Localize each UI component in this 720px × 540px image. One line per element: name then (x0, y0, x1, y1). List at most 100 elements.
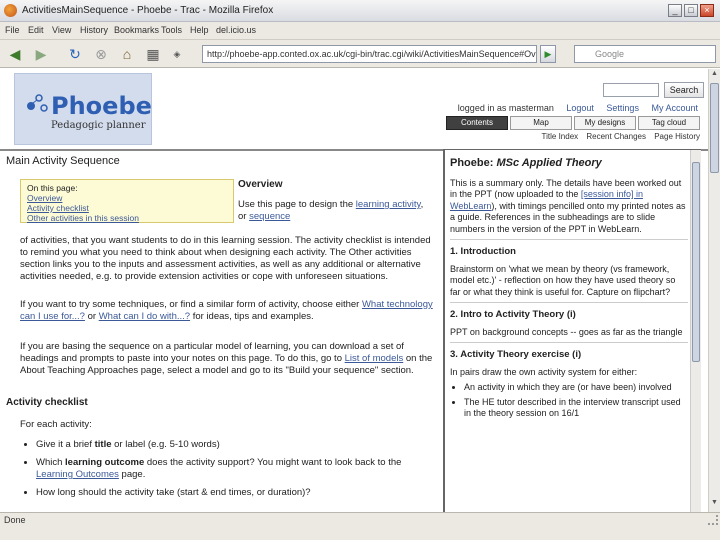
recent-changes-link[interactable]: Recent Changes (586, 132, 646, 141)
menu-help[interactable]: Help (190, 25, 209, 35)
learning-activity-link[interactable]: learning activity (356, 199, 421, 210)
notes-panel[interactable]: Phoebe: MSc Applied Theory This is a sum… (443, 149, 701, 512)
page-scrollbar-thumb[interactable] (710, 83, 719, 173)
resize-grip-icon[interactable] (708, 515, 718, 525)
menu-delicious[interactable]: del.icio.us (216, 25, 256, 35)
forward-arrow-icon: ▶ (35, 45, 47, 62)
what-can-i-do-link[interactable]: What can I do with...? (99, 311, 190, 322)
logout-link[interactable]: Logout (566, 103, 594, 113)
tab-tag-cloud[interactable]: Tag cloud (638, 116, 700, 130)
maximize-button[interactable]: □ (684, 4, 698, 17)
firefox-icon (4, 4, 17, 17)
overview-paragraph-rest: of activities, that you want students to… (20, 235, 434, 295)
notes-paragraph: PPT on background concepts -- goes as fa… (450, 326, 683, 337)
settings-link[interactable]: Settings (606, 103, 639, 113)
page-title: Main Activity Sequence (6, 155, 120, 167)
window-title: ActivitiesMainSequence - Phoebe - Trac -… (22, 5, 274, 16)
list-of-models-link[interactable]: List of models (345, 353, 404, 364)
notes-divider (450, 239, 688, 240)
status-text: Done (4, 515, 26, 525)
back-arrow-icon: ◀ (9, 45, 21, 62)
checklist-intro: For each activity: (20, 419, 92, 430)
toc-heading: On this page: (27, 183, 78, 193)
logged-in-text: logged in as masterman (457, 103, 554, 113)
main-content: Main Activity Sequence On this page: Ove… (6, 155, 438, 512)
logo-title: Phoebe (51, 92, 152, 120)
overview-text: or (84, 311, 99, 322)
menu-bookmarks[interactable]: Bookmarks (114, 25, 159, 35)
notes-paragraph: In pairs draw the own activity system fo… (450, 366, 638, 377)
tab-my-designs[interactable]: My designs (574, 116, 636, 130)
checklist-item: How long should the activity take (start… (36, 487, 436, 499)
menu-edit[interactable]: Edit (28, 25, 44, 35)
stop-icon: ⊗ (95, 45, 107, 62)
learning-outcomes-link[interactable]: Learning Outcomes (36, 469, 119, 480)
overview-text: Use this page to design the (238, 199, 356, 210)
menu-tools[interactable]: Tools (161, 25, 182, 35)
toc-link-other[interactable]: Other activities in this session (27, 213, 139, 223)
menu-file[interactable]: File (5, 25, 20, 35)
page-scrollbar[interactable]: ▲ ▼ (708, 69, 720, 512)
notes-heading: 3. Activity Theory exercise (i) (450, 349, 582, 360)
notes-list-item: The HE tutor described in the interview … (464, 397, 688, 420)
delicious-button[interactable]: ▦ (142, 44, 164, 64)
address-bar[interactable]: http://phoebe-app.conted.ox.ac.uk/cgi-bi… (202, 45, 537, 63)
reload-button[interactable]: ↻ (64, 44, 86, 64)
browser-search-input[interactable]: Google (574, 45, 716, 63)
forward-button[interactable]: ▶ (30, 44, 52, 64)
notes-scrollbar[interactable] (690, 150, 701, 512)
scroll-up-icon[interactable]: ▲ (710, 70, 719, 81)
tag-button[interactable]: ◈ (166, 44, 188, 64)
page-viewport: Phoebe Pedagogic planner Search logged i… (0, 69, 708, 512)
overview-paragraph-2: If you want to try some techniques, or f… (20, 299, 434, 335)
notes-list: An activity in which they are (or have b… (464, 382, 688, 420)
minimize-button[interactable]: _ (668, 4, 682, 17)
status-bar: Done (0, 512, 720, 540)
menu-history[interactable]: History (80, 25, 108, 35)
notes-divider (450, 342, 688, 343)
notes-divider (450, 302, 688, 303)
phoebe-logo[interactable]: Phoebe Pedagogic planner (14, 73, 152, 145)
checklist-item: Give it a brief title or label (e.g. 5-1… (36, 439, 436, 451)
stop-button[interactable]: ⊗ (90, 44, 112, 64)
navigation-toolbar: ◀ ▶ ↻ ⊗ ⌂ ▦ ◈ http://phoebe-app.conted.o… (0, 40, 720, 68)
notes-scrollbar-thumb[interactable] (692, 162, 700, 362)
my-account-link[interactable]: My Account (651, 103, 698, 113)
home-button[interactable]: ⌂ (116, 44, 138, 64)
window-titlebar: ActivitiesMainSequence - Phoebe - Trac -… (0, 0, 720, 22)
site-header: Phoebe Pedagogic planner Search logged i… (0, 69, 708, 149)
title-index-link[interactable]: Title Index (542, 132, 579, 141)
toc-link-overview[interactable]: Overview (27, 193, 62, 203)
sequence-link[interactable]: sequence (249, 211, 290, 222)
notes-intro: This is a summary only. The details have… (450, 177, 686, 234)
notes-heading: 2. Intro to Activity Theory (i) (450, 309, 576, 320)
go-button[interactable]: ▶ (540, 45, 556, 63)
logo-subtitle: Pedagogic planner (51, 120, 146, 131)
tab-map[interactable]: Map (510, 116, 572, 130)
table-of-contents: On this page: Overview Activity checklis… (20, 179, 234, 223)
site-search-button[interactable]: Search (664, 82, 704, 98)
notes-content: Phoebe: MSc Applied Theory This is a sum… (450, 157, 688, 423)
notes-list-item: An activity in which they are (or have b… (464, 382, 688, 394)
close-button[interactable]: × (700, 4, 714, 17)
notes-title: Phoebe: MSc Applied Theory (450, 157, 602, 169)
tag-icon: ◈ (173, 48, 181, 59)
toc-link-checklist[interactable]: Activity checklist (27, 203, 89, 213)
overview-text: of activities, that you want students to… (20, 235, 431, 282)
overview-heading: Overview (238, 179, 283, 190)
wiki-subnav: Title Index Recent Changes Page History (536, 132, 700, 141)
checklist-item: Which learning outcome does the activity… (36, 457, 436, 481)
delicious-icon: ▦ (146, 45, 160, 62)
logo-molecule-icon (27, 94, 48, 112)
page-history-link[interactable]: Page History (654, 132, 700, 141)
menubar: File Edit View History Bookmarks Tools H… (0, 22, 720, 40)
reload-icon: ↻ (69, 45, 81, 62)
main-tabs: Contents Map My designs Tag cloud (446, 116, 702, 130)
notes-heading: 1. Introduction (450, 246, 516, 257)
home-icon: ⌂ (122, 46, 132, 62)
scroll-down-icon[interactable]: ▼ (710, 499, 719, 510)
back-button[interactable]: ◀ (4, 44, 26, 64)
site-search-input[interactable] (603, 83, 659, 97)
menu-view[interactable]: View (52, 25, 71, 35)
tab-contents[interactable]: Contents (446, 116, 508, 130)
